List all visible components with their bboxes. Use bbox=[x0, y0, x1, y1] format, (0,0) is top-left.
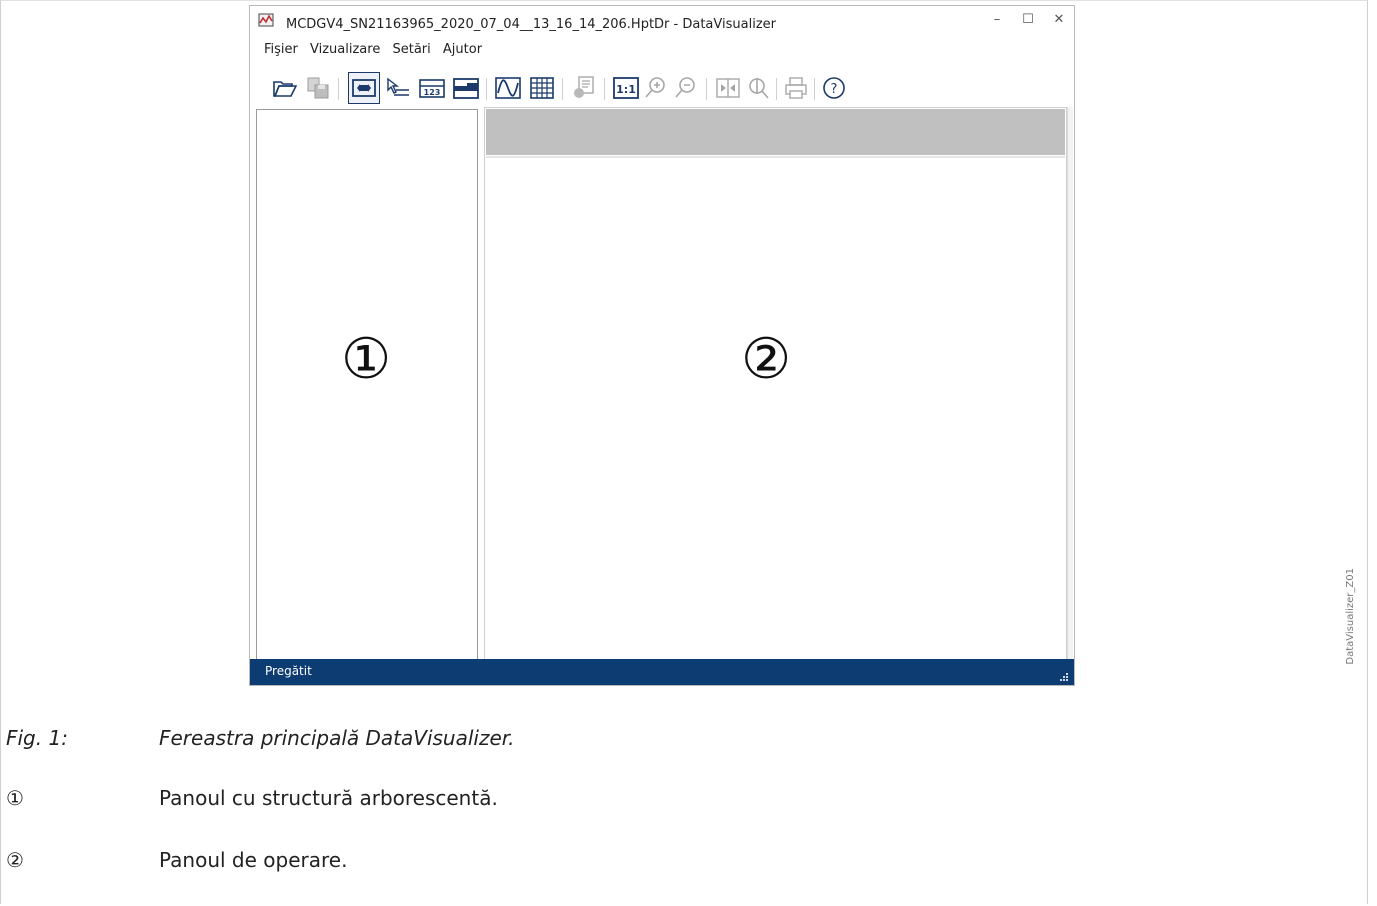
operation-panel-header-divider bbox=[486, 156, 1065, 158]
close-button[interactable]: ✕ bbox=[1047, 10, 1071, 30]
toolbar-separator bbox=[776, 78, 777, 100]
open-button[interactable] bbox=[268, 72, 300, 104]
status-text: Pregătit bbox=[265, 664, 312, 678]
toolbar: 123 1:1 ? bbox=[266, 72, 1066, 106]
menu-file[interactable]: Fişier bbox=[264, 42, 298, 57]
legend-item-text: Panoul de operare. bbox=[159, 848, 348, 872]
legend-item-marker: ① bbox=[6, 786, 24, 810]
open-folder-icon bbox=[273, 81, 297, 97]
numeric-values-icon: 123 bbox=[419, 79, 445, 98]
table-grid-icon bbox=[530, 77, 554, 99]
status-bar: Pregătit bbox=[250, 659, 1074, 685]
zoom-out-button[interactable] bbox=[670, 72, 702, 104]
window-title: MCDGV4_SN21163965_2020_07_04__13_16_14_2… bbox=[286, 17, 776, 32]
digital-signals-button[interactable] bbox=[450, 72, 482, 104]
zoom-one-to-one-label: 1:1 bbox=[616, 83, 636, 96]
resize-grip-icon[interactable] bbox=[1060, 673, 1068, 681]
toolbar-separator bbox=[604, 78, 605, 100]
save-icon bbox=[307, 77, 329, 99]
help-label: ? bbox=[831, 82, 838, 97]
operation-panel-marker: ② bbox=[741, 327, 792, 392]
toolbar-separator bbox=[814, 78, 815, 100]
fit-horizontal-button[interactable] bbox=[712, 72, 744, 104]
tree-panel[interactable]: ① bbox=[256, 109, 478, 660]
toolbar-separator bbox=[706, 78, 707, 100]
maximize-button[interactable]: ☐ bbox=[1016, 10, 1040, 30]
operation-panel-scroll-gutter[interactable] bbox=[1067, 107, 1073, 661]
phasor-icon bbox=[749, 78, 769, 99]
figure-caption-text: Fereastra principală DataVisualizer. bbox=[159, 726, 515, 750]
figure-id-label: DataVisualizer_Z01 bbox=[1345, 568, 1356, 665]
app-logo-icon bbox=[258, 13, 274, 27]
title-bar[interactable]: MCDGV4_SN21163965_2020_07_04__13_16_14_2… bbox=[250, 6, 1074, 38]
legend-item: ② Panoul de operare. bbox=[6, 848, 347, 872]
numeric-values-label: 123 bbox=[424, 88, 441, 97]
digital-signals-icon bbox=[453, 78, 479, 99]
figure-caption: Fig. 1: Fereastra principală DataVisualiz… bbox=[6, 726, 515, 750]
legend-item: ① Panoul cu structură arborescentă. bbox=[6, 786, 498, 810]
numeric-values-button[interactable]: 123 bbox=[416, 72, 448, 104]
figure-caption-label: Fig. 1: bbox=[6, 726, 68, 750]
toolbar-separator bbox=[562, 78, 563, 100]
menu-bar: Fişier Vizualizare Setări Ajutor bbox=[264, 42, 490, 62]
minimize-button[interactable]: – bbox=[985, 10, 1009, 30]
view-mode-icon bbox=[352, 79, 376, 97]
print-button[interactable] bbox=[780, 72, 812, 104]
table-button[interactable] bbox=[526, 72, 558, 104]
phasor-button[interactable] bbox=[742, 72, 774, 104]
zoom-one-to-one-icon: 1:1 bbox=[613, 77, 639, 99]
legend-item-text: Panoul cu structură arborescentă. bbox=[159, 786, 498, 810]
cursor-select-icon bbox=[387, 77, 409, 96]
fit-horizontal-icon bbox=[716, 78, 740, 98]
zoom-in-button[interactable] bbox=[640, 72, 672, 104]
toolbar-separator bbox=[486, 78, 487, 100]
help-icon: ? bbox=[823, 77, 845, 99]
operation-panel[interactable]: ② bbox=[484, 107, 1067, 661]
zoom-one-to-one-button[interactable]: 1:1 bbox=[610, 72, 642, 104]
report-button[interactable] bbox=[568, 72, 600, 104]
waveform-icon bbox=[495, 77, 521, 99]
waveform-button[interactable] bbox=[492, 72, 524, 104]
zoom-in-icon bbox=[645, 77, 665, 98]
zoom-out-icon bbox=[675, 77, 695, 98]
legend-item-marker: ② bbox=[6, 848, 24, 872]
tree-panel-marker: ① bbox=[341, 327, 392, 392]
operation-panel-header bbox=[486, 109, 1065, 155]
save-button[interactable] bbox=[302, 72, 334, 104]
print-icon bbox=[785, 77, 807, 99]
menu-view[interactable]: Vizualizare bbox=[310, 42, 380, 57]
menu-help[interactable]: Ajutor bbox=[443, 42, 482, 57]
report-icon bbox=[574, 76, 594, 98]
cursor-button[interactable] bbox=[382, 72, 414, 104]
app-window: MCDGV4_SN21163965_2020_07_04__13_16_14_2… bbox=[249, 5, 1075, 686]
toolbar-separator bbox=[338, 78, 339, 100]
menu-settings[interactable]: Setări bbox=[392, 42, 430, 57]
help-button[interactable]: ? bbox=[818, 72, 850, 104]
view-mode-button[interactable] bbox=[348, 72, 380, 104]
